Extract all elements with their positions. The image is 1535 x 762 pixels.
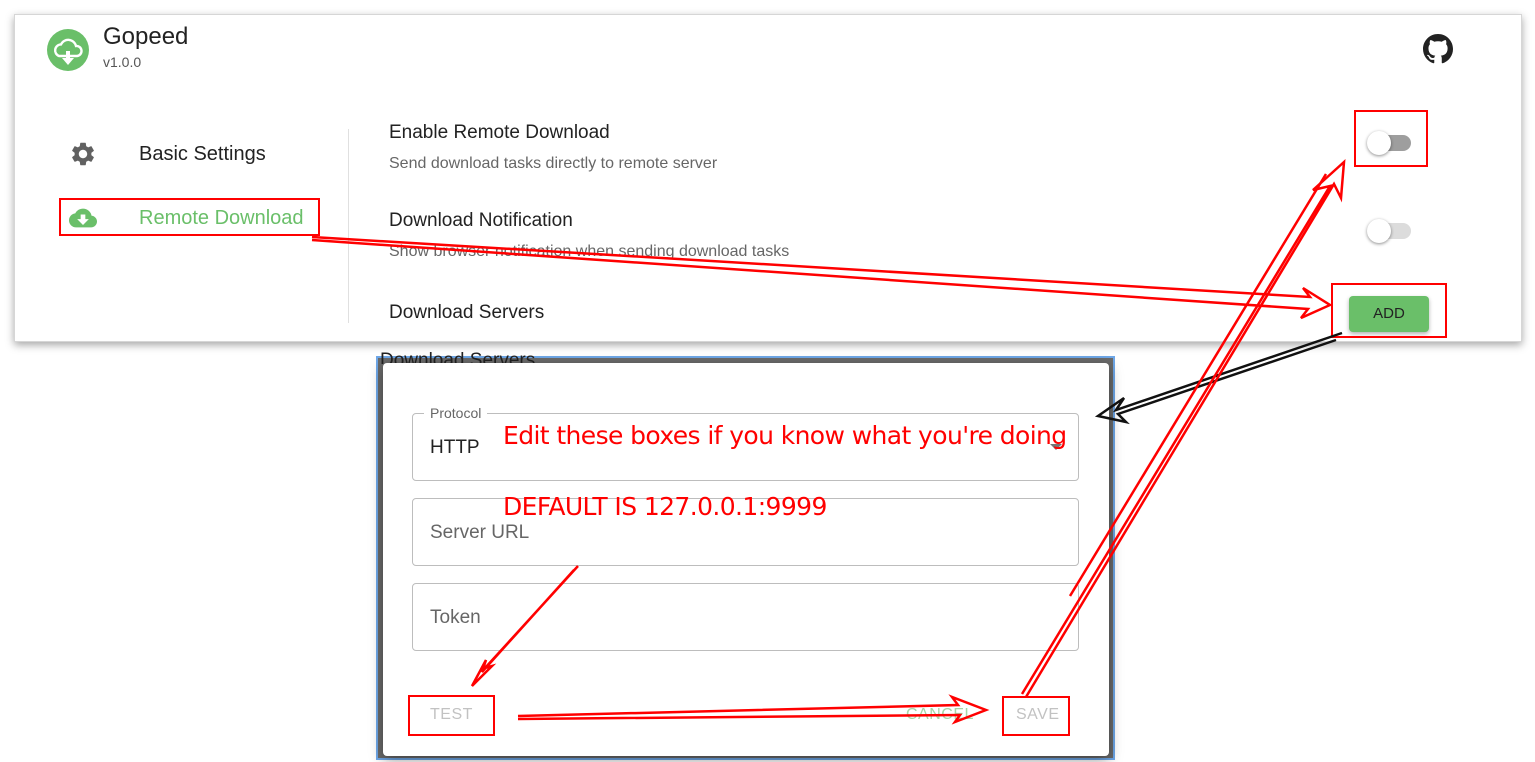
app-version: v1.0.0	[103, 54, 142, 70]
highlight-remote-download	[59, 198, 320, 236]
sidebar-divider	[348, 129, 349, 323]
notification-title: Download Notification	[389, 210, 573, 231]
github-icon[interactable]	[1423, 34, 1453, 64]
protocol-label: Protocol	[424, 405, 488, 421]
annotation-edit-note: Edit these boxes if you know what you're…	[503, 421, 1067, 450]
app-name: Gopeed	[103, 23, 189, 50]
token-placeholder: Token	[430, 607, 481, 628]
cancel-button[interactable]: CANCEL	[906, 706, 974, 724]
settings-window: Gopeed v1.0.0 Basic Settings Remote Down…	[14, 14, 1522, 342]
cloud-download-logo	[47, 29, 89, 71]
sidebar-item-label: Basic Settings	[139, 143, 266, 165]
sidebar-item-basic-settings[interactable]: Basic Settings	[69, 134, 329, 174]
notification-toggle[interactable]	[1367, 216, 1415, 244]
toggle-thumb	[1367, 219, 1391, 243]
enable-remote-title: Enable Remote Download	[389, 122, 610, 143]
token-input[interactable]: Token	[412, 583, 1079, 651]
protocol-value: HTTP	[430, 437, 480, 458]
servers-title: Download Servers	[389, 302, 545, 323]
highlight-save-button	[1002, 696, 1070, 736]
enable-remote-description: Send download tasks directly to remote s…	[389, 155, 718, 172]
notification-description: Show browser notification when sending d…	[389, 243, 790, 260]
server-url-placeholder: Server URL	[430, 522, 530, 543]
highlight-add-button	[1331, 283, 1447, 338]
arrow-add-to-protocol	[1094, 331, 1343, 425]
annotation-default-note: DEFAULT IS 127.0.0.1:9999	[503, 492, 827, 521]
gear-icon	[72, 142, 94, 166]
highlight-test-button	[408, 695, 495, 736]
highlight-enable-toggle	[1354, 110, 1428, 167]
dialog-behind-title: Download Servers	[380, 350, 536, 364]
